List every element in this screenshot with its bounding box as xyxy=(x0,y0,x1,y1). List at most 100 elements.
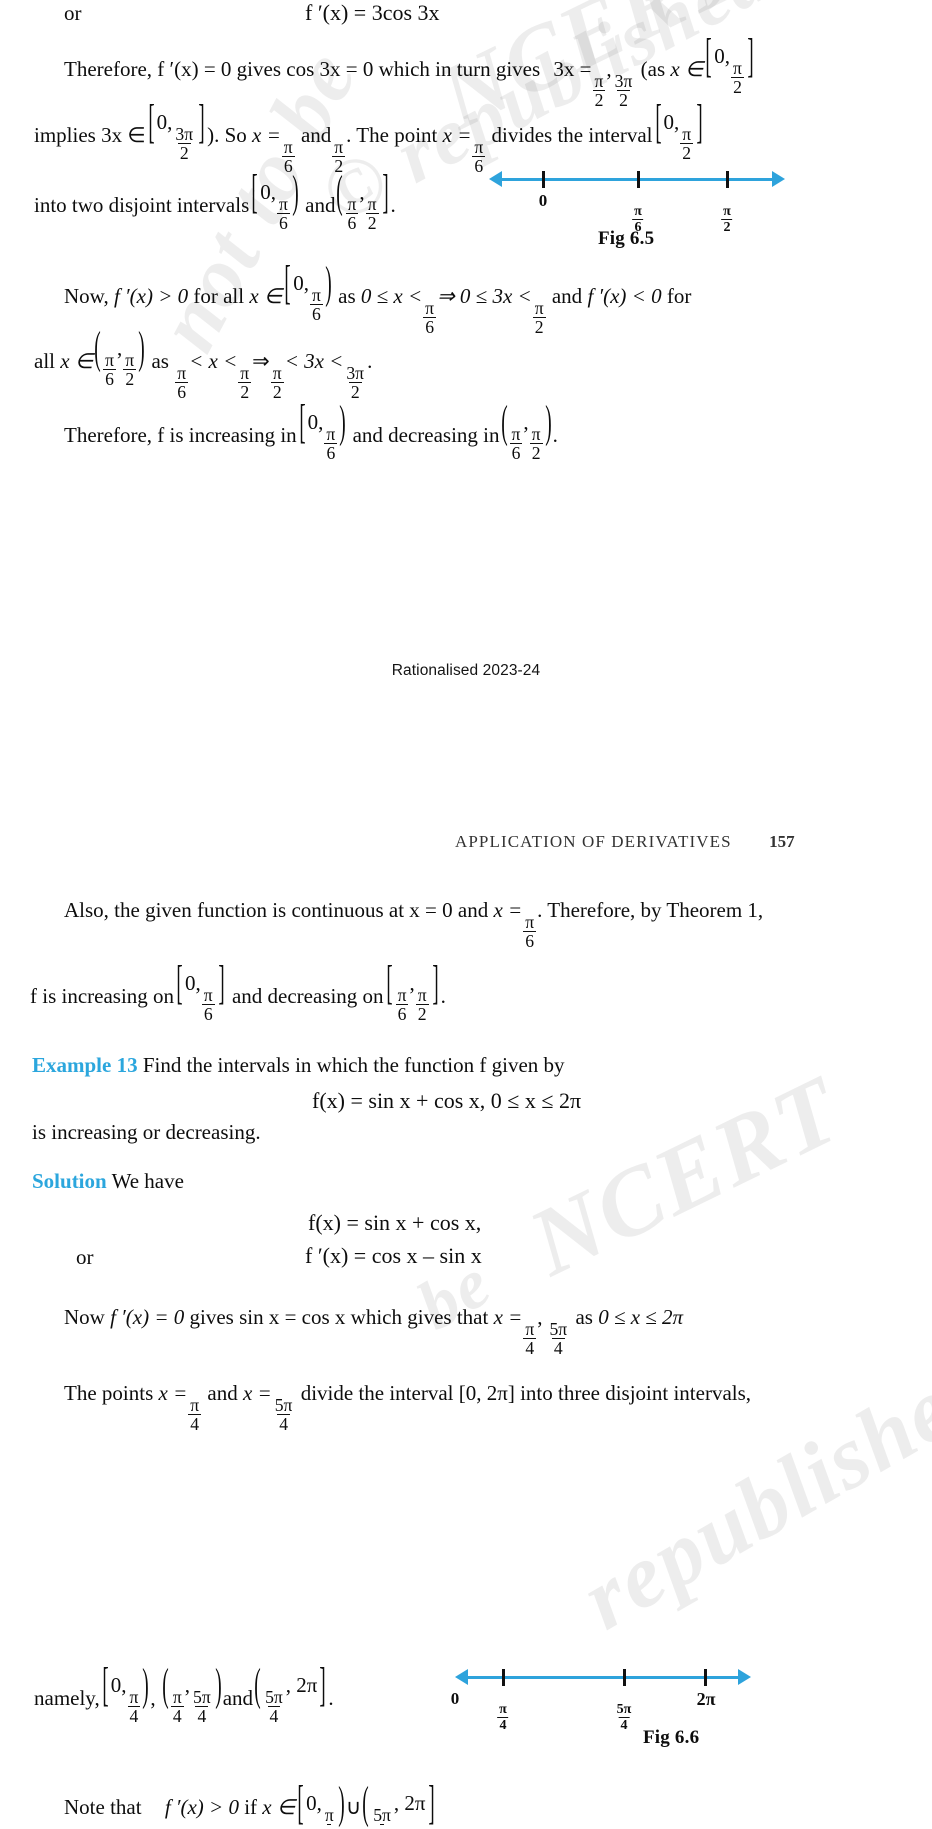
period-3: . xyxy=(552,422,558,447)
eq-3x: 3x = xyxy=(553,56,592,81)
now-text: Now, xyxy=(64,283,109,308)
ineq-3: < x < xyxy=(189,348,238,373)
fprime-gt-0-b: f ′(x) > 0 xyxy=(164,1794,239,1819)
and-1: and xyxy=(300,122,332,147)
tick-2pi xyxy=(704,1669,707,1686)
interval-5pi-2pi-note: (5π, 2π] xyxy=(362,1775,435,1829)
paragraph-two-disjoint: into two disjoint intervals[0, π 6) and(π 6… xyxy=(34,164,396,233)
union-icon: ∪ xyxy=(345,1794,362,1819)
interval-0-pi-6-c: [0, π 6) xyxy=(299,394,347,463)
fprime-lt-0: f ′(x) < 0 xyxy=(587,283,662,308)
divide-interval-text: divide the interval [0, 2π] into three d… xyxy=(300,1381,752,1405)
number-line-axis-2 xyxy=(468,1676,738,1679)
interval-pi4-5pi4: (π 4, 5π 4) xyxy=(162,1658,222,1726)
tick-pi-2 xyxy=(726,171,729,188)
namely-text: namely, xyxy=(34,1685,100,1710)
gives-text: gives sin x = cos x which gives that xyxy=(189,1305,489,1329)
interval-0-pi-6: [0, π 6) xyxy=(251,164,299,233)
period-2: . xyxy=(367,348,373,373)
arrow-left-icon xyxy=(489,171,502,187)
ineq-2: ⇒ 0 ≤ 3x < xyxy=(437,283,532,308)
period-5: . xyxy=(328,1685,334,1710)
frac-pi-2-e: π2 xyxy=(270,362,284,402)
interval-5pi4-2pi: (5π 4, 2π] xyxy=(254,1657,327,1726)
tick-0 xyxy=(542,171,545,188)
page-number: 157 xyxy=(769,832,795,851)
arrow-left-icon-2 xyxy=(455,1669,468,1685)
x-in-2: x ∈ xyxy=(249,283,283,308)
fprime-gt-0: f ′(x) > 0 xyxy=(113,283,189,308)
line-or: or xyxy=(64,1,82,25)
solution-equation-1: f(x) = sin x + cos x, xyxy=(308,1210,482,1235)
solution-label: Solution xyxy=(32,1169,107,1193)
if-text: if xyxy=(244,1794,258,1819)
and-2: and xyxy=(305,192,336,217)
running-head-title: APPLICATION OF DERIVATIVES xyxy=(455,832,732,851)
frac-pi-4-a: π4 xyxy=(523,1318,537,1358)
also-text: Also, the given function is continuous a… xyxy=(64,898,489,922)
decreasing-text: and decreasing in xyxy=(352,422,500,447)
as-text: (as xyxy=(640,56,666,81)
theorem-text: . Therefore, by Theorem 1, xyxy=(537,898,764,922)
all-text: all xyxy=(34,348,55,373)
frac-pi-2-c: π2 xyxy=(532,297,546,337)
tick-label-2pi: 2π xyxy=(696,1689,716,1709)
example-statement: Find the intervals in which the function… xyxy=(142,1053,565,1077)
tick-label-pi-2: π2 xyxy=(721,203,733,235)
comma-2: , xyxy=(537,1305,543,1329)
frac-pi-2: π2 xyxy=(592,70,606,110)
interval-0-pi-2: [0, π 2] xyxy=(705,28,754,97)
solution-equation-2: f ′(x) = cos x – sin x xyxy=(305,1243,482,1268)
forall-text: for all xyxy=(193,283,245,308)
fig-6-6-caption: Fig 6.6 xyxy=(643,1727,700,1748)
x-equals-1: x = xyxy=(252,122,281,147)
paragraph-all-x-in: all x ∈(π 6, π 2) as π 6 < x < π 2 ⇒ π 2 < 3x <3π 2. xyxy=(34,325,373,402)
interval-0-pi-note: [0, π) xyxy=(297,1775,345,1829)
comma-1: , xyxy=(606,56,612,81)
interval-pi6-pi2: (π 6, π 2] xyxy=(336,164,389,233)
and-4: and xyxy=(207,1381,238,1405)
period-4: . xyxy=(440,983,446,1008)
paragraph-the-points: The points x = π 4 and x = 5π 4 divide the i… xyxy=(64,1383,751,1433)
tick-5pi-4 xyxy=(623,1669,626,1686)
point-text: . The point xyxy=(346,122,438,147)
frac-pi-6-c: π6 xyxy=(423,297,437,337)
paragraph-implies: implies 3x ∈[0, 3π 2]). So x = π 6 and π 2. Th… xyxy=(34,94,705,175)
frac-pi-4-b: π4 xyxy=(188,1394,202,1434)
paragraph-therefore-increasing: Therefore, f is increasing in[0, π 6) and … xyxy=(64,394,558,463)
interval-0-pi-6-b: [0, π 6) xyxy=(284,255,332,324)
and-5: and xyxy=(222,1685,254,1710)
the-points-text: The points xyxy=(64,1381,154,1405)
paragraph-therefore: Therefore, f ′(x) = 0 gives cos 3x = 0 w… xyxy=(64,28,756,110)
solution-heading: Solution We have xyxy=(32,1171,184,1192)
tick-label-5pi-4: 5π 4 xyxy=(616,1701,632,1733)
arrow-right-icon xyxy=(772,171,785,187)
therefore-inc-text: Therefore, f is increasing in xyxy=(64,422,297,447)
example-13-heading: Example 13 Find the intervals in which t… xyxy=(32,1055,565,1076)
fprime-eq-0: f ′(x) = 0 xyxy=(110,1305,185,1329)
for-text: for xyxy=(666,283,692,308)
therefore-text: Therefore, f ′(x) = 0 gives cos 3x = 0 w… xyxy=(64,56,541,81)
arrow-implies: ⇒ xyxy=(252,348,270,373)
example-label: Example 13 xyxy=(32,1053,138,1077)
and-3: and xyxy=(551,283,583,308)
example-tail: is increasing or decreasing. xyxy=(32,1120,261,1144)
interval-pi6-pi2-d: [π 6, π 2] xyxy=(385,955,439,1024)
divides-text: divides the interval xyxy=(491,122,653,147)
as-4: as xyxy=(575,1305,593,1329)
interval-0-3pi-2: [0, 3π 2] xyxy=(147,94,205,163)
frac-3pi-2: 3π 2 xyxy=(614,70,633,110)
interval-0-pi-2-b: [0, π 2] xyxy=(654,94,703,163)
frac-5pi-4-a: 5π 4 xyxy=(549,1318,568,1358)
paragraph-namely: namely,[0, π 4), (π 4, 5π 4)and(5π 4, 2π]. xyxy=(34,1657,334,1726)
period-1: . xyxy=(390,192,396,217)
paragraph-now-fprime-pos: Now, f ′(x) > 0 for all x ∈[0, π 6) as 0 ≤… xyxy=(64,255,692,337)
tick-label-pi-4: π4 xyxy=(497,1701,509,1733)
frac-3pi-2-b: 3π 2 xyxy=(346,362,365,402)
paragraph-note-that: Note that f ′(x) > 0 if x ∈[0, π)∪(5π, 2π… xyxy=(64,1775,437,1829)
range-0-2pi: 0 ≤ x ≤ 2π xyxy=(598,1305,684,1329)
interval-0-pi-6-d: [0, π 6] xyxy=(176,955,225,1024)
comma-3: , xyxy=(150,1685,156,1710)
frac-pi-6-e: π6 xyxy=(523,911,537,951)
disjoint-text: into two disjoint intervals xyxy=(34,192,250,217)
